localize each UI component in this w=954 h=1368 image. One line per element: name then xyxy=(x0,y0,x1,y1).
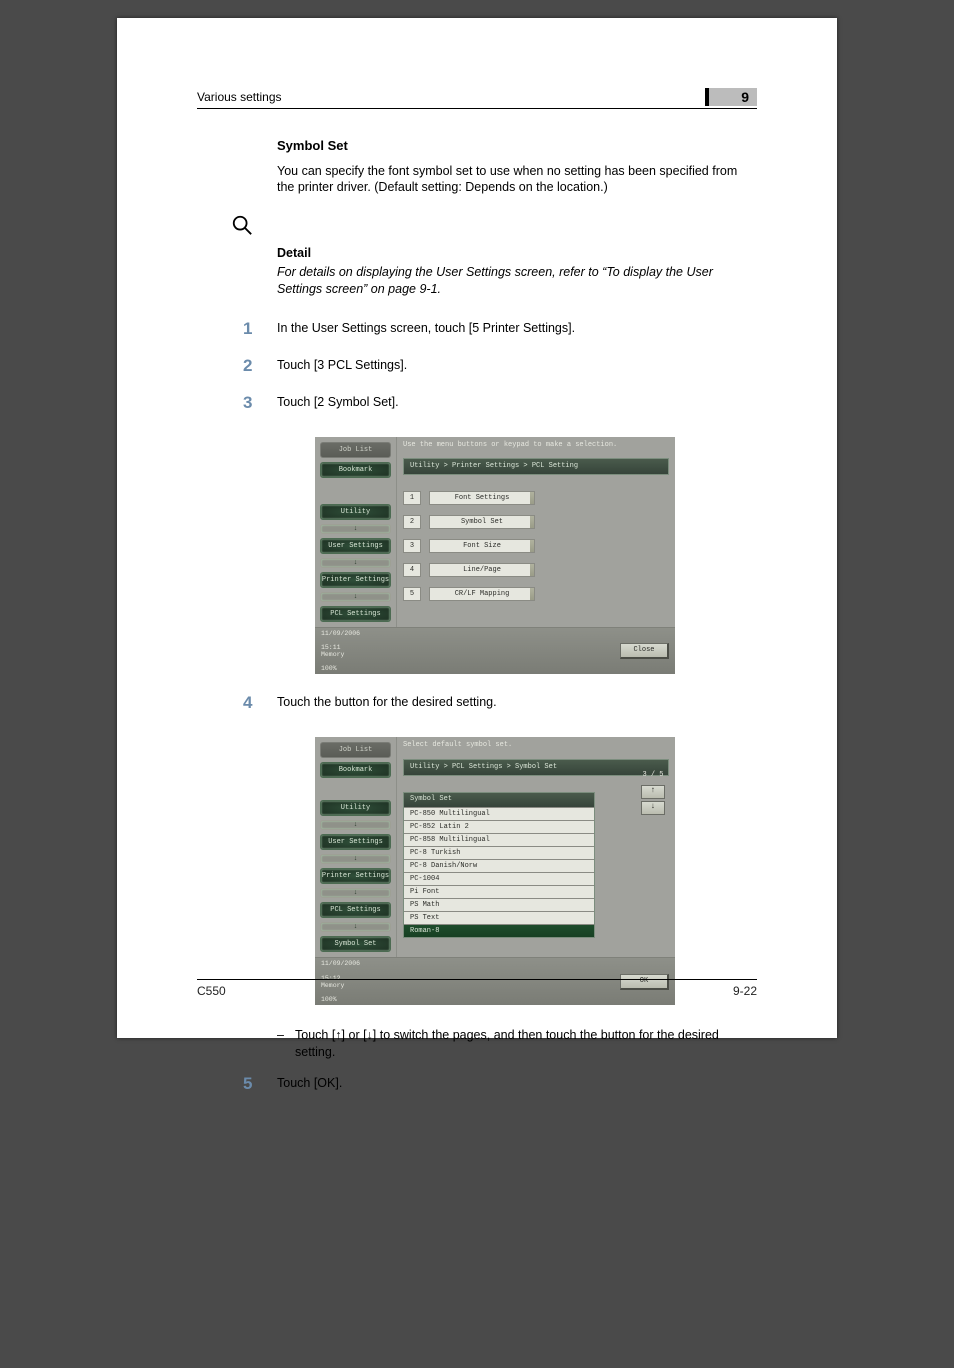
bullet-dash: – xyxy=(277,1027,295,1044)
menu-number: 3 xyxy=(403,539,421,553)
list-item[interactable]: PS Text xyxy=(404,911,594,924)
step-text: Touch the button for the desired setting… xyxy=(277,692,497,711)
down-arrow-icon: ↓ xyxy=(320,820,391,830)
job-list-tab[interactable]: Job List xyxy=(320,742,391,758)
step-text: In the User Settings screen, touch [5 Pr… xyxy=(277,318,575,337)
footer-date: 11/09/2006 xyxy=(321,960,360,967)
running-header: Various settings 9 xyxy=(197,88,757,109)
nav-pcl-settings[interactable]: PCL Settings xyxy=(320,606,391,622)
nav-pcl-settings[interactable]: PCL Settings xyxy=(320,902,391,918)
detail-block: Detail For details on displaying the Use… xyxy=(277,214,757,298)
running-title: Various settings xyxy=(197,90,282,104)
down-arrow-icon: ↓ xyxy=(320,854,391,864)
menu-item-1[interactable]: 1 Font Settings xyxy=(403,491,669,505)
step-5: 5 Touch [OK]. xyxy=(277,1073,757,1096)
step-text: Touch [2 Symbol Set]. xyxy=(277,392,399,411)
list-pager: 3 / 5 ↑ ↓ xyxy=(641,771,665,814)
chapter-chip: 9 xyxy=(705,88,757,106)
substep-text: Touch [↑] or [↓] to switch the pages, an… xyxy=(295,1027,757,1061)
menu-number: 4 xyxy=(403,563,421,577)
footer-model: C550 xyxy=(197,984,226,998)
footer-mem-label: Memory xyxy=(321,651,360,658)
menu-number: 5 xyxy=(403,587,421,601)
menu-label: Font Size xyxy=(429,539,535,553)
menu-item-5[interactable]: 5 CR/LF Mapping xyxy=(403,587,669,601)
down-arrow-icon: ↓ xyxy=(320,922,391,932)
down-arrow-icon: ↓ xyxy=(320,592,391,602)
list-item[interactable]: PC-858 Multilingual xyxy=(404,833,594,846)
chapter-number: 9 xyxy=(741,89,749,105)
list-item-selected[interactable]: Roman-8 xyxy=(404,924,594,937)
nav-utility[interactable]: Utility xyxy=(320,504,391,520)
menu-label: CR/LF Mapping xyxy=(429,587,535,601)
section-heading: Symbol Set xyxy=(277,137,757,155)
page-indicator: 3 / 5 xyxy=(642,771,663,780)
menu-label: Line/Page xyxy=(429,563,535,577)
menu-label: Symbol Set xyxy=(429,515,535,529)
step-number: 4 xyxy=(243,692,277,715)
step-3: 3 Touch [2 Symbol Set]. xyxy=(277,392,757,415)
breadcrumb: Utility > PCL Settings > Symbol Set xyxy=(403,759,669,776)
screenshot-pcl-menu: Job List Bookmark Utility ↓ User Setting… xyxy=(315,437,675,675)
footer-page-number: 9-22 xyxy=(733,984,757,998)
panel-footer: 11/09/2006 15:11 Memory 100% Close xyxy=(315,627,675,675)
page-up-button[interactable]: ↑ xyxy=(641,785,665,799)
list-item[interactable]: PC-1004 xyxy=(404,872,594,885)
step-4: 4 Touch the button for the desired setti… xyxy=(277,692,757,715)
list-item[interactable]: PS Math xyxy=(404,898,594,911)
menu-number: 2 xyxy=(403,515,421,529)
down-arrow-icon: ↓ xyxy=(320,558,391,568)
nav-utility[interactable]: Utility xyxy=(320,800,391,816)
step-2: 2 Touch [3 PCL Settings]. xyxy=(277,355,757,378)
detail-text: For details on displaying the User Setti… xyxy=(277,264,757,298)
page-down-button[interactable]: ↓ xyxy=(641,801,665,815)
screenshot-symbol-set-list: Job List Bookmark Utility ↓ User Setting… xyxy=(315,737,675,1005)
screenshot-sidebar: Job List Bookmark Utility ↓ User Setting… xyxy=(315,437,397,627)
step-number: 3 xyxy=(243,392,277,415)
list-item[interactable]: PC-8 Turkish xyxy=(404,846,594,859)
footer-date: 11/09/2006 xyxy=(321,630,360,637)
breadcrumb: Utility > Printer Settings > PCL Setting xyxy=(403,458,669,475)
menu-number: 1 xyxy=(403,491,421,505)
nav-user-settings[interactable]: User Settings xyxy=(320,834,391,850)
nav-user-settings[interactable]: User Settings xyxy=(320,538,391,554)
nav-printer-settings[interactable]: Printer Settings xyxy=(320,572,391,588)
step-number: 1 xyxy=(243,318,277,341)
list-item[interactable]: Pi Font xyxy=(404,885,594,898)
footer-time: 15:11 xyxy=(321,644,360,651)
step-number: 5 xyxy=(243,1073,277,1096)
close-button[interactable]: Close xyxy=(620,643,669,659)
panel-instruction: Use the menu buttons or keypad to make a… xyxy=(403,441,669,450)
step-number: 2 xyxy=(243,355,277,378)
list-header: Symbol Set xyxy=(404,793,594,806)
down-arrow-icon: ↓ xyxy=(320,524,391,534)
footer-mem-val: 100% xyxy=(321,665,360,672)
chapter-stripe xyxy=(705,88,709,106)
page-footer: C550 9-22 xyxy=(197,979,757,998)
job-list-tab[interactable]: Job List xyxy=(320,442,391,458)
section-intro: You can specify the font symbol set to u… xyxy=(277,163,757,197)
bookmark-tab[interactable]: Bookmark xyxy=(320,762,391,778)
down-arrow-icon: ↓ xyxy=(320,888,391,898)
step-text: Touch [OK]. xyxy=(277,1073,342,1092)
nav-printer-settings[interactable]: Printer Settings xyxy=(320,868,391,884)
step-1: 1 In the User Settings screen, touch [5 … xyxy=(277,318,757,341)
menu-item-4[interactable]: 4 Line/Page xyxy=(403,563,669,577)
step-4-substep: – Touch [↑] or [↓] to switch the pages, … xyxy=(277,1027,757,1061)
nav-symbol-set[interactable]: Symbol Set xyxy=(320,936,391,952)
panel-instruction: Select default symbol set. xyxy=(403,741,669,750)
detail-label: Detail xyxy=(277,245,757,262)
list-item[interactable]: PC-850 Multilingual xyxy=(404,807,594,820)
menu-item-3[interactable]: 3 Font Size xyxy=(403,539,669,553)
menu-label: Font Settings xyxy=(429,491,535,505)
page: Various settings 9 Symbol Set You can sp… xyxy=(117,18,837,1038)
list-item[interactable]: PC-8 Danish/Norw xyxy=(404,859,594,872)
bookmark-tab[interactable]: Bookmark xyxy=(320,462,391,478)
menu-item-2[interactable]: 2 Symbol Set xyxy=(403,515,669,529)
screenshot-sidebar: Job List Bookmark Utility ↓ User Setting… xyxy=(315,737,397,957)
symbol-set-list: Symbol Set PC-850 Multilingual PC-852 La… xyxy=(403,792,595,937)
magnifier-icon xyxy=(231,214,757,241)
step-text: Touch [3 PCL Settings]. xyxy=(277,355,407,374)
list-item[interactable]: PC-852 Latin 2 xyxy=(404,820,594,833)
